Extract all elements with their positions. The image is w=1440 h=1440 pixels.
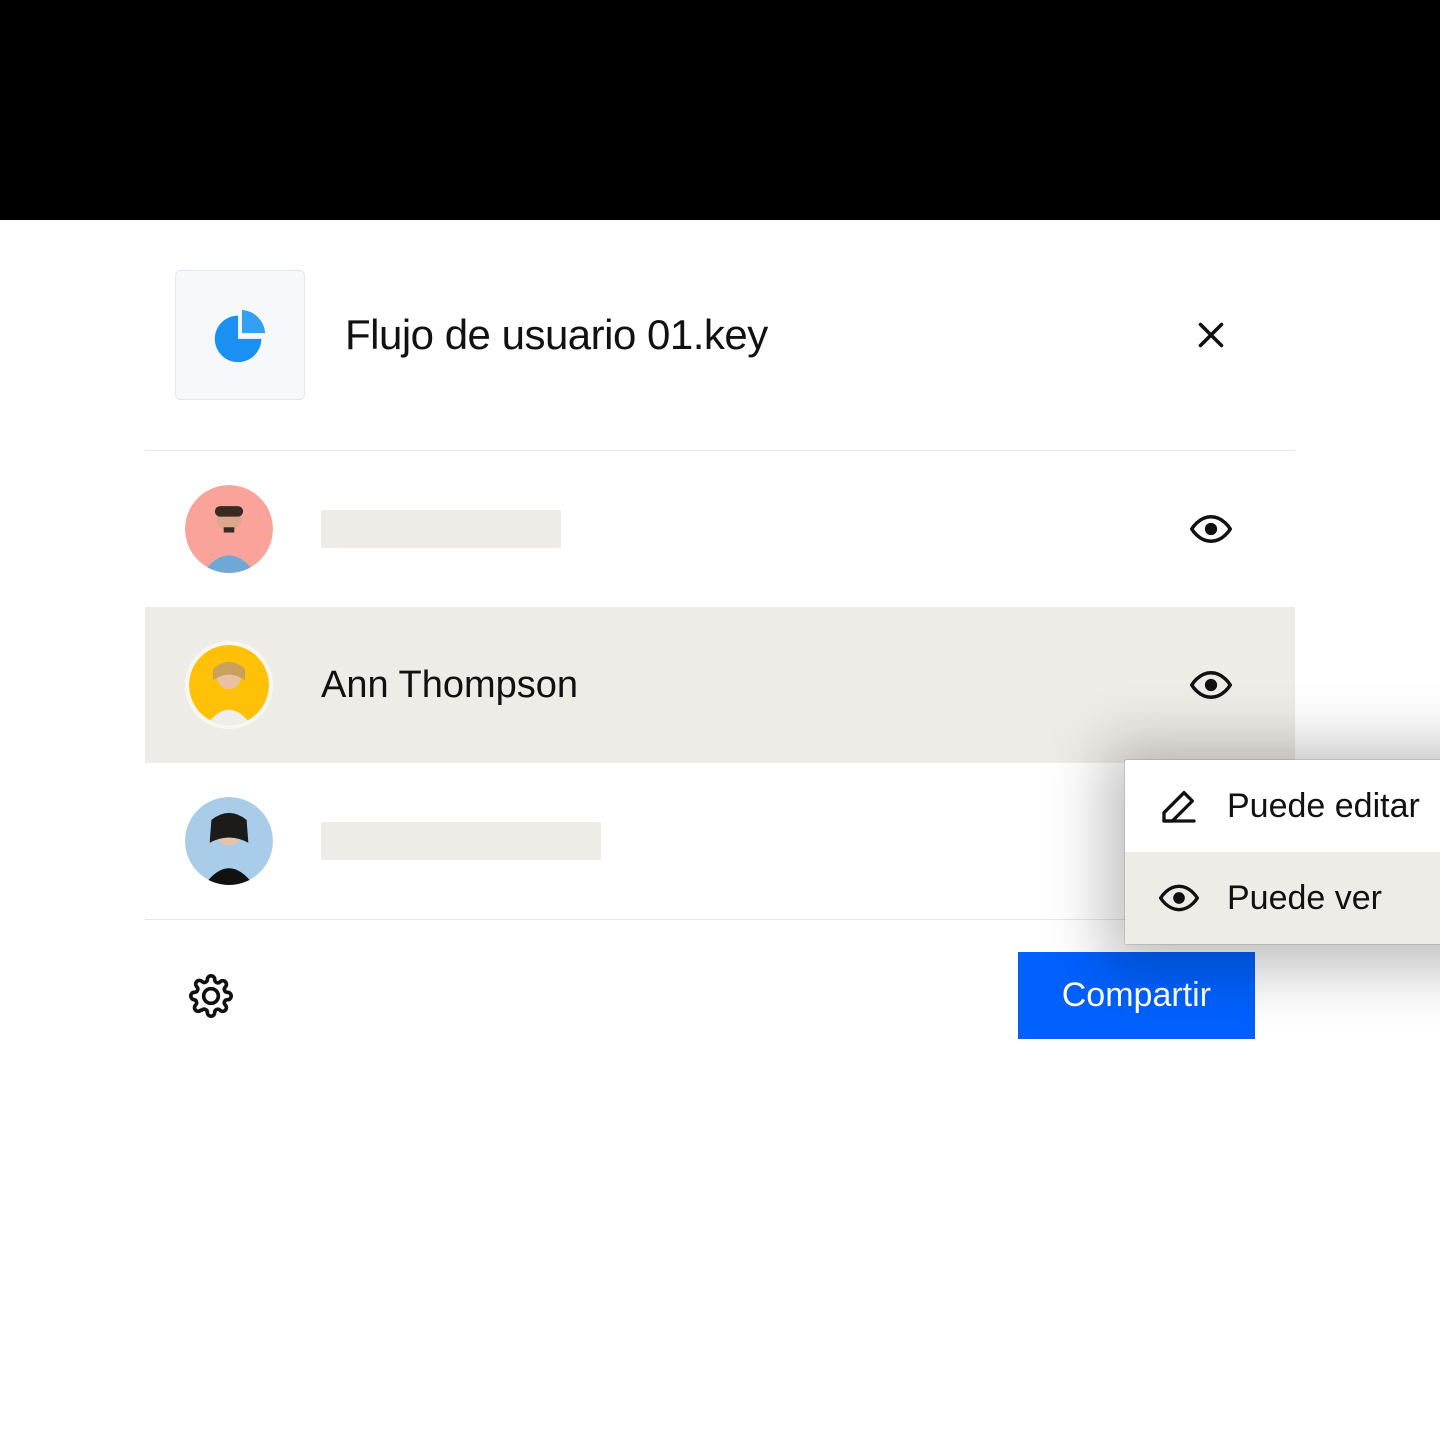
avatar <box>185 641 273 729</box>
eye-icon <box>1159 878 1199 918</box>
gear-icon <box>189 974 233 1018</box>
popover-option-label: Puede ver <box>1227 879 1382 918</box>
avatar <box>185 797 273 885</box>
user-row[interactable] <box>145 451 1295 607</box>
pie-chart-icon <box>209 304 271 366</box>
top-black-bar <box>0 0 1440 220</box>
dialog-header: Flujo de usuario 01.key <box>145 220 1295 451</box>
eye-icon <box>1190 664 1232 706</box>
permission-popover: Puede editar Puede ver <box>1125 760 1440 944</box>
share-button[interactable]: Compartir <box>1018 952 1255 1039</box>
user-row-selected[interactable]: Ann Thompson <box>145 607 1295 763</box>
permission-toggle[interactable] <box>1187 661 1235 709</box>
close-icon <box>1193 317 1229 353</box>
eye-icon <box>1190 508 1232 550</box>
close-button[interactable] <box>1187 311 1235 359</box>
pencil-icon <box>1159 786 1199 826</box>
user-row[interactable] <box>145 763 1295 919</box>
user-name: Ann Thompson <box>321 664 1139 707</box>
user-name-label: Ann Thompson <box>321 664 578 707</box>
permission-toggle[interactable] <box>1187 505 1235 553</box>
popover-option-view[interactable]: Puede ver <box>1125 852 1440 944</box>
popover-option-label: Puede editar <box>1227 787 1420 826</box>
popover-option-edit[interactable]: Puede editar <box>1125 760 1440 852</box>
user-name-placeholder <box>321 510 1139 548</box>
dialog-title: Flujo de usuario 01.key <box>345 311 1147 359</box>
settings-button[interactable] <box>185 970 237 1022</box>
share-dialog: Flujo de usuario 01.key <box>145 220 1295 1071</box>
keynote-file-icon <box>175 270 305 400</box>
avatar <box>185 485 273 573</box>
dialog-footer: Compartir <box>145 919 1295 1071</box>
user-name-placeholder <box>321 822 1139 860</box>
